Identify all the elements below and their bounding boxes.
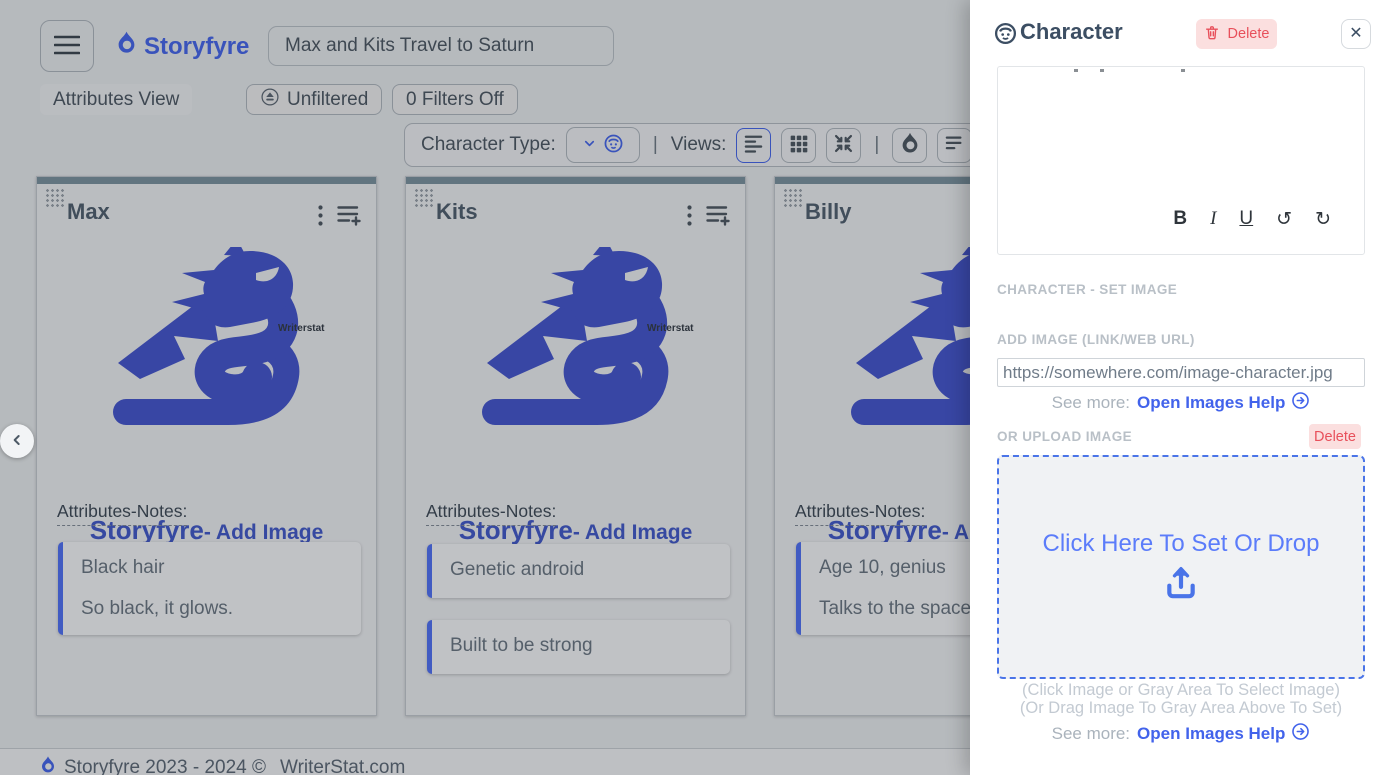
kebab-menu-icon[interactable]	[687, 205, 692, 231]
card-top-bar	[37, 177, 376, 184]
footer-site-link[interactable]: WriterStat.com	[280, 757, 405, 775]
or-upload-label: OR UPLOAD IMAGE	[997, 429, 1132, 444]
attributes-notes-label[interactable]: Attributes-Notes:	[426, 501, 556, 526]
arrows-minimize-icon	[833, 133, 854, 157]
extra-view-button[interactable]	[937, 128, 972, 163]
story-title-field[interactable]: Max and Kits Travel to Saturn	[268, 26, 614, 66]
kebab-menu-icon[interactable]	[318, 205, 323, 231]
character-face-icon	[603, 133, 624, 157]
image-dropzone[interactable]: Click Here To Set Or Drop	[997, 455, 1365, 679]
card-title: Kits	[436, 199, 478, 225]
add-image-url-label: ADD IMAGE (LINK/WEB URL)	[997, 332, 1195, 347]
undo-button[interactable]: ↺	[1276, 208, 1292, 230]
view-toolbar: Character Type: | Views:	[404, 123, 1064, 167]
story-title-text: Max and Kits Travel to Saturn	[285, 35, 534, 57]
list-extra-icon	[944, 133, 965, 157]
footer-flame-icon	[40, 755, 56, 775]
clipped-text-fragment	[1074, 69, 1078, 72]
flame-logo-icon	[116, 30, 137, 63]
app-logo[interactable]: Storyfyre	[116, 30, 249, 63]
playlist-add-icon[interactable]	[337, 205, 362, 231]
footer-copyright: Storyfyre 2023 - 2024 ©	[64, 757, 266, 775]
see-more-row: See more: Open Images Help	[970, 722, 1392, 746]
card-placeholder-image[interactable]: Writerstat Storyfyre- Add Image	[406, 247, 745, 482]
views-label: Views:	[671, 134, 727, 156]
storyfyre-dragon-logo	[85, 247, 335, 447]
watermark-text: Writerstat	[647, 323, 694, 334]
clipped-text-fragment	[1181, 69, 1185, 72]
storyfyre-dragon-logo	[454, 247, 704, 447]
bold-button[interactable]: B	[1173, 208, 1187, 230]
trash-icon	[1204, 24, 1220, 45]
redo-button[interactable]: ↻	[1315, 208, 1331, 230]
character-card-kits[interactable]: Kits Writerstat	[405, 176, 746, 716]
grid-view-icon	[789, 134, 809, 157]
character-type-dropdown[interactable]	[566, 127, 640, 163]
set-image-section-label: CHARACTER - SET IMAGE	[997, 282, 1177, 297]
character-face-icon	[993, 21, 1018, 51]
flame-icon	[900, 132, 920, 158]
open-images-help-link[interactable]: Open Images Help	[1137, 391, 1310, 415]
note-item[interactable]: Black hair So black, it glows.	[58, 542, 361, 635]
drag-handle-icon[interactable]	[45, 188, 64, 207]
chevron-down-icon	[582, 136, 597, 154]
grid-view-button[interactable]	[781, 128, 816, 163]
rich-text-editor[interactable]: B I U ↺ ↻	[997, 66, 1365, 255]
hamburger-menu-button[interactable]	[40, 20, 94, 72]
dropzone-caption-1: (Click Image or Gray Area To Select Imag…	[970, 681, 1392, 700]
close-panel-button[interactable]: ✕	[1341, 19, 1371, 49]
image-url-input[interactable]	[997, 358, 1365, 387]
character-type-label: Character Type:	[421, 134, 556, 156]
card-title: Max	[67, 199, 110, 225]
underline-button[interactable]: U	[1239, 208, 1253, 230]
filters-off-button[interactable]: 0 Filters Off	[392, 84, 518, 115]
delete-uploaded-image-button[interactable]: Delete	[1309, 424, 1361, 449]
clipped-text-fragment	[1100, 69, 1104, 72]
dropzone-caption-2: (Or Drag Image To Gray Area Above To Set…	[970, 699, 1392, 718]
upload-icon	[1160, 561, 1202, 606]
chevron-left-icon	[9, 432, 25, 451]
watermark-text: Writerstat	[278, 323, 325, 334]
drag-handle-icon[interactable]	[414, 188, 433, 207]
toolbar-divider: |	[650, 134, 661, 156]
see-more-row: See more: Open Images Help	[970, 391, 1392, 415]
list-view-button[interactable]	[736, 128, 771, 163]
filter-circle-icon	[260, 87, 280, 113]
panel-title: Character	[1020, 19, 1123, 45]
toolbar-divider: |	[871, 134, 882, 156]
app-logo-text: Storyfyre	[144, 33, 249, 61]
attributes-view-label: Attributes View	[40, 84, 192, 115]
delete-character-button[interactable]: Delete	[1196, 19, 1277, 49]
character-detail-panel: Character Delete ✕ B I U ↺ ↻ CHARACTER -…	[970, 0, 1392, 775]
character-card-max[interactable]: Max Writerstat	[36, 176, 377, 716]
note-item[interactable]: Genetic android	[427, 544, 730, 598]
flame-view-button[interactable]	[892, 128, 927, 163]
editor-toolbar: B I U ↺ ↻	[1173, 208, 1331, 230]
scroll-left-button[interactable]	[0, 424, 34, 458]
list-view-icon	[743, 133, 764, 157]
unfiltered-filter-button[interactable]: Unfiltered	[246, 84, 382, 115]
card-title: Billy	[805, 199, 851, 225]
collapse-view-button[interactable]	[826, 128, 861, 163]
hamburger-icon	[54, 35, 80, 58]
playlist-add-icon[interactable]	[706, 205, 731, 231]
card-placeholder-image[interactable]: Writerstat Storyfyre- Add Image	[37, 247, 376, 482]
dropzone-text: Click Here To Set Or Drop	[999, 530, 1363, 558]
attributes-notes-label[interactable]: Attributes-Notes:	[57, 501, 187, 526]
note-item[interactable]: Built to be strong	[427, 620, 730, 674]
card-top-bar	[406, 177, 745, 184]
italic-button[interactable]: I	[1210, 208, 1216, 230]
drag-handle-icon[interactable]	[783, 188, 802, 207]
open-images-help-link[interactable]: Open Images Help	[1137, 722, 1310, 746]
circle-arrow-right-icon	[1291, 722, 1310, 746]
circle-arrow-right-icon	[1291, 391, 1310, 415]
close-icon: ✕	[1349, 26, 1362, 42]
panel-header: Character Delete ✕	[970, 0, 1392, 66]
attributes-notes-label[interactable]: Attributes-Notes:	[795, 501, 925, 526]
